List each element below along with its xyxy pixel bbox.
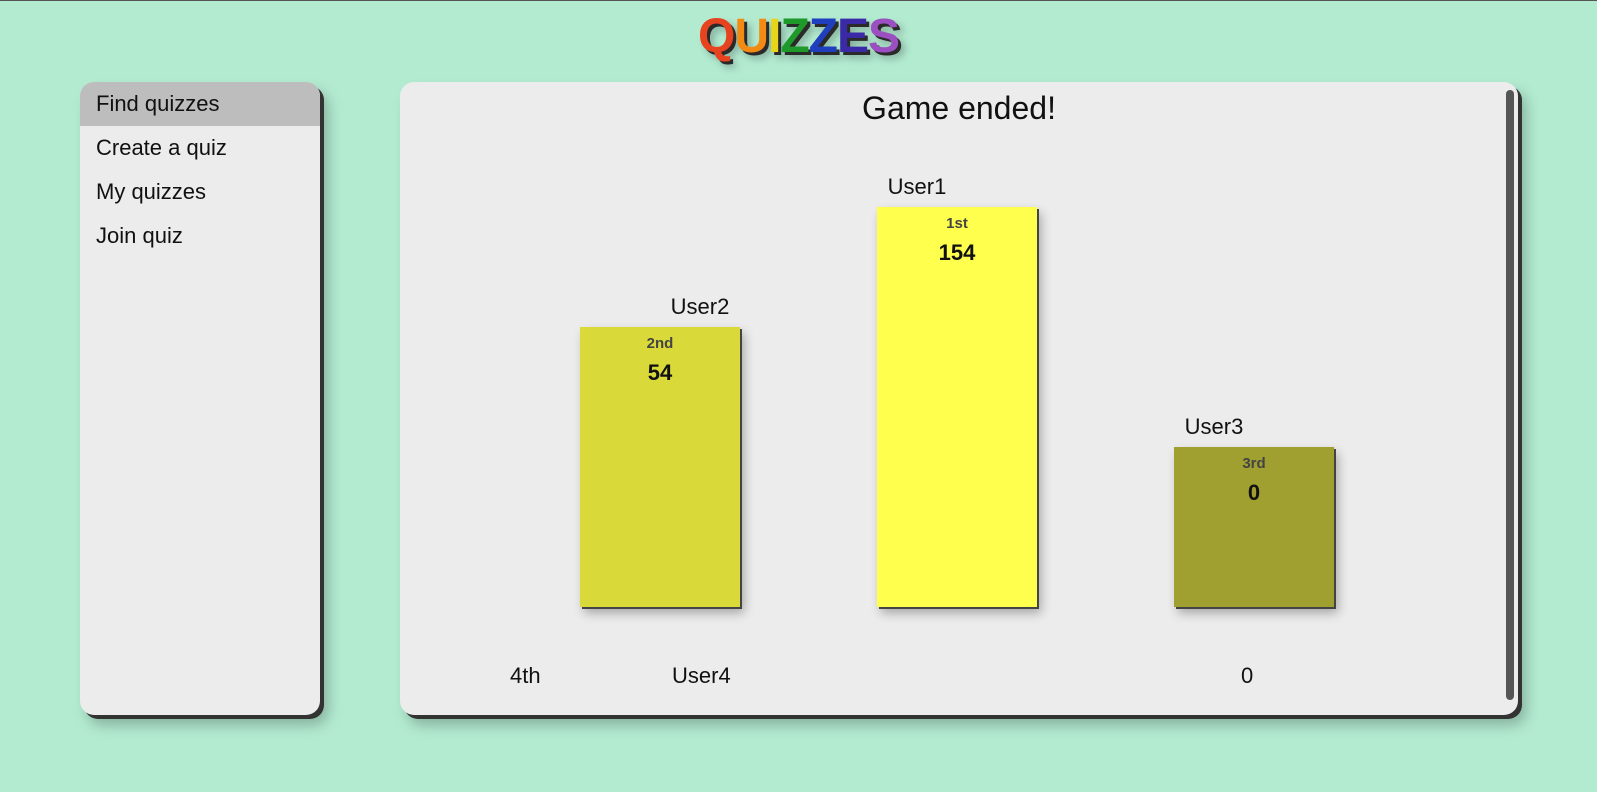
podium-score-second: 54 — [647, 360, 673, 385]
app-logo: QUIZZES — [0, 9, 1597, 65]
podium-rank-first: 1st — [946, 215, 968, 232]
sidebar-item-my-quizzes[interactable]: My quizzes — [80, 170, 320, 214]
logo-letter: Q — [697, 10, 735, 63]
sidebar-item-find-quizzes[interactable]: Find quizzes — [80, 82, 320, 126]
logo-letter: S — [868, 10, 900, 63]
podium-bar-first: 1st 154 — [877, 207, 1037, 607]
logo-letter: E — [836, 10, 869, 63]
logo-letter: Z — [780, 10, 809, 63]
scrollbar[interactable] — [1506, 90, 1514, 700]
podium-bar-third: 3rd 0 — [1174, 447, 1334, 607]
logo-letter: Z — [808, 10, 838, 63]
podium-rank-third: 3rd — [1242, 455, 1266, 472]
podium-score-first: 154 — [938, 240, 976, 265]
podium-name-second: User2 — [670, 294, 730, 319]
logo-letter: U — [734, 10, 769, 63]
sidebar-item-create-quiz[interactable]: Create a quiz — [80, 126, 320, 170]
ranking-row-score: 0 — [1241, 663, 1254, 688]
podium-name-third: User3 — [1184, 414, 1244, 439]
podium-score-third: 0 — [1247, 480, 1261, 505]
podium-rank-second: 2nd — [646, 335, 674, 352]
ranking-row-rank: 4th — [510, 663, 541, 688]
ranking-row-name: User4 — [672, 663, 731, 688]
logo-letter: I — [767, 10, 781, 63]
podium-name-first: User1 — [887, 174, 947, 199]
sidebar: Find quizzes Create a quiz My quizzes Jo… — [80, 82, 320, 715]
podium-bar-second: 2nd 54 — [580, 327, 740, 607]
page-title: Game ended! — [862, 90, 1056, 126]
sidebar-item-join-quiz[interactable]: Join quiz — [80, 214, 320, 258]
results-panel: Game ended! User2 2nd 54 User1 1st 154 U… — [400, 82, 1518, 715]
